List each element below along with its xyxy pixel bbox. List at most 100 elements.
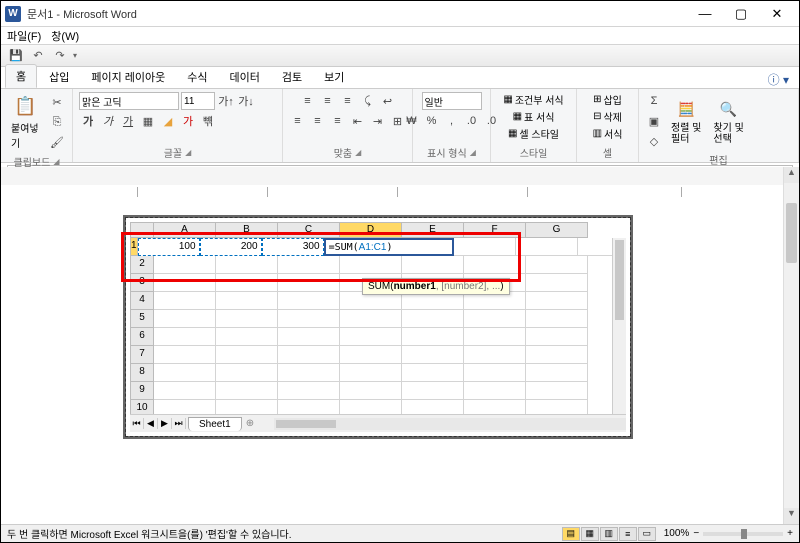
sheet-tab[interactable]: Sheet1 [188, 417, 242, 431]
font-color-icon[interactable]: 가 [179, 112, 197, 130]
shrink-font-icon[interactable]: 가↓ [237, 92, 255, 110]
row-header[interactable]: 5 [130, 310, 154, 328]
cell[interactable] [402, 400, 464, 414]
vertical-scrollbar[interactable]: ▲ ▼ [783, 167, 799, 524]
embedded-excel-object[interactable]: ABCDEFG 1100200300=SUM(A1:C1)2345678910 … [123, 215, 633, 439]
cell[interactable] [340, 364, 402, 382]
increase-decimal-icon[interactable]: .0 [463, 112, 481, 130]
row-header[interactable]: 7 [130, 346, 154, 364]
cell[interactable] [402, 256, 464, 274]
scroll-down-icon[interactable]: ▼ [784, 508, 799, 524]
cell[interactable]: 300 [262, 238, 324, 256]
format-painter-icon[interactable]: 🖌 [48, 133, 66, 151]
orientation-icon[interactable]: ⤹ [359, 92, 377, 110]
find-select-button[interactable]: 🔍 찾기 및 선택 [709, 95, 747, 147]
close-button[interactable]: ✕ [759, 3, 795, 25]
cell[interactable] [216, 292, 278, 310]
sheet-horizontal-scrollbar[interactable] [274, 418, 626, 430]
tab-home[interactable]: 홈 [5, 64, 37, 88]
row-header[interactable]: 4 [130, 292, 154, 310]
cell[interactable] [216, 256, 278, 274]
cell[interactable] [340, 382, 402, 400]
new-sheet-icon[interactable]: ⊕ [246, 418, 254, 429]
cell[interactable] [402, 328, 464, 346]
column-header[interactable]: G [526, 222, 588, 238]
cell[interactable] [154, 364, 216, 382]
cell[interactable] [278, 274, 340, 292]
cell[interactable] [526, 310, 588, 328]
cell[interactable]: 200 [200, 238, 262, 256]
percent-icon[interactable]: % [423, 112, 441, 130]
menu-file[interactable]: 파일(F) [7, 28, 41, 44]
cell[interactable] [464, 382, 526, 400]
cell[interactable] [154, 346, 216, 364]
cell[interactable] [154, 274, 216, 292]
cell[interactable] [526, 382, 588, 400]
cell[interactable] [278, 310, 340, 328]
cell[interactable] [464, 400, 526, 414]
column-header[interactable]: B [216, 222, 278, 238]
cell[interactable] [216, 346, 278, 364]
grow-font-icon[interactable]: 가↑ [217, 92, 235, 110]
row-header[interactable]: 6 [130, 328, 154, 346]
cell[interactable] [216, 274, 278, 292]
row-header[interactable]: 8 [130, 364, 154, 382]
view-fullscreen-icon[interactable]: ▦ [581, 527, 599, 541]
align-left-icon[interactable]: ≡ [289, 112, 307, 130]
format-table-button[interactable]: ▦표 서식 [513, 109, 555, 124]
cut-icon[interactable]: ✂ [48, 93, 66, 111]
row-header[interactable]: 3 [130, 274, 154, 292]
cell[interactable] [340, 400, 402, 414]
decrease-indent-icon[interactable]: ⇤ [349, 112, 367, 130]
cell[interactable] [454, 238, 516, 256]
cell[interactable] [464, 256, 526, 274]
cell[interactable] [216, 400, 278, 414]
fill-icon[interactable]: ▣ [645, 112, 663, 130]
currency-icon[interactable]: ₩ [403, 112, 421, 130]
cell[interactable] [526, 346, 588, 364]
font-name-select[interactable] [79, 92, 179, 110]
align-middle-icon[interactable]: ≡ [319, 92, 337, 110]
row-header[interactable]: 2 [130, 256, 154, 274]
tab-data[interactable]: 데이터 [220, 66, 270, 88]
number-format-select[interactable] [422, 92, 482, 110]
column-header[interactable]: F [464, 222, 526, 238]
maximize-button[interactable]: ▢ [723, 3, 759, 25]
paste-button[interactable]: 📋 붙여넣기 [7, 92, 44, 152]
menu-window[interactable]: 창(W) [51, 28, 79, 44]
zoom-level[interactable]: 100% [664, 528, 690, 539]
column-header[interactable]: A [154, 222, 216, 238]
view-print-layout-icon[interactable]: ▤ [562, 527, 580, 541]
sort-filter-button[interactable]: 🧮 정렬 및 필터 [667, 95, 705, 147]
align-bottom-icon[interactable]: ≡ [339, 92, 357, 110]
save-icon[interactable]: 💾 [7, 47, 25, 65]
scroll-thumb[interactable] [786, 203, 797, 263]
cell[interactable] [154, 310, 216, 328]
align-top-icon[interactable]: ≡ [299, 92, 317, 110]
insert-cells-button[interactable]: ⊞삽입 [593, 92, 622, 107]
grid-body[interactable]: 1100200300=SUM(A1:C1)2345678910 SUM(numb… [130, 238, 626, 414]
cell[interactable] [216, 310, 278, 328]
cell[interactable] [464, 310, 526, 328]
cell[interactable] [340, 256, 402, 274]
cell-styles-button[interactable]: ▦셀 스타일 [508, 126, 559, 141]
row-header[interactable]: 10 [130, 400, 154, 414]
copy-icon[interactable]: ⎘ [48, 113, 66, 131]
cell[interactable] [402, 310, 464, 328]
tab-review[interactable]: 검토 [272, 66, 312, 88]
zoom-slider[interactable] [703, 532, 783, 536]
column-header[interactable]: D [340, 222, 402, 238]
cell[interactable] [526, 292, 588, 310]
font-dialog-launcher[interactable]: ◢ [185, 148, 191, 157]
autosum-icon[interactable]: Σ [645, 92, 663, 110]
conditional-format-button[interactable]: ▦조건부 서식 [503, 92, 563, 107]
document-page[interactable]: ABCDEFG 1100200300=SUM(A1:C1)2345678910 … [15, 187, 771, 524]
cell[interactable] [154, 292, 216, 310]
font-size-select[interactable] [181, 92, 215, 110]
tab-view[interactable]: 보기 [314, 66, 354, 88]
cell[interactable] [154, 256, 216, 274]
ribbon-help-icon[interactable]: ⓘ ▾ [768, 71, 795, 88]
row-header[interactable]: 9 [130, 382, 154, 400]
column-header[interactable]: E [402, 222, 464, 238]
sheet-nav-last-icon[interactable]: ⏭ [172, 418, 186, 429]
